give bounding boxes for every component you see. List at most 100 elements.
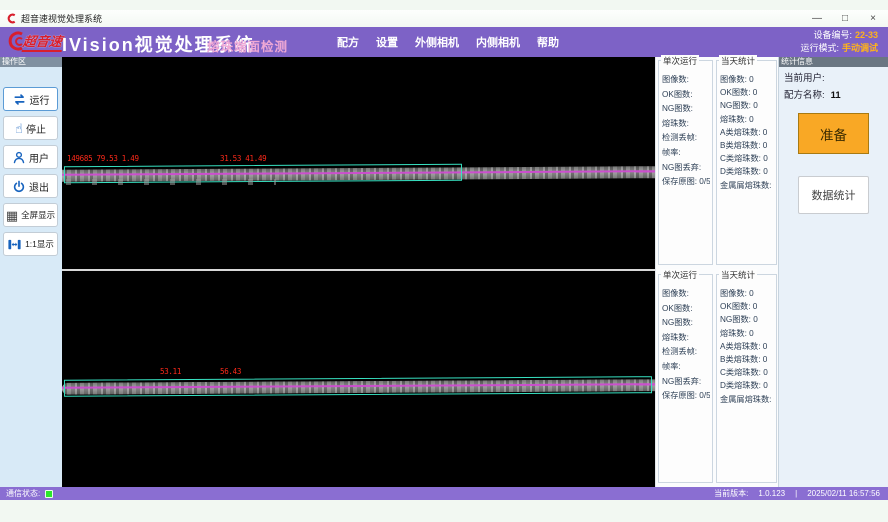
stop-button[interactable]: ☝ 停止 — [3, 116, 58, 140]
stat-row: D类熔珠数: 0 — [720, 165, 774, 178]
measurement-annotation: 149685 79.53 1.49 — [67, 154, 139, 163]
user-button-label: 用户 — [29, 150, 49, 165]
stat-row: 帧率: — [662, 146, 710, 161]
header-info: 设备编号:22-33 运行模式:手动调试 — [800, 29, 878, 55]
device-id-label: 设备编号: — [813, 30, 852, 40]
stats-section-top: 单次运行 图像数:OK图数:NG图数:熔珠数:检测丢帧:帧率:NG图丢弃:保存原… — [656, 57, 779, 269]
run-button-label: 运行 — [30, 92, 50, 107]
fullscreen-button-label: 全屏显示 — [21, 209, 55, 221]
minimize-button[interactable]: — — [810, 13, 824, 24]
hand-stop-icon: ☝ — [15, 122, 23, 135]
stat-row: C类熔珠数: 0 — [720, 152, 774, 165]
stat-row: OK图数: — [662, 88, 710, 103]
app-header: 超音速 IVision视觉处理系统 熔珠端面检测 配方 设置 外侧相机 内侧相机… — [0, 27, 888, 57]
close-button[interactable]: × — [866, 13, 880, 24]
brand-logo-text: 超音速 — [22, 31, 65, 52]
measurement-annotation: 53.11 — [160, 367, 181, 376]
app-subtitle: 熔珠端面检测 — [207, 36, 288, 55]
stat-row: NG图数: — [662, 316, 710, 331]
stat-row: OK图数: 0 — [720, 86, 774, 99]
menu-bar: 配方 设置 外侧相机 内侧相机 帮助 — [337, 27, 559, 57]
window-titlebar: 超音速视觉处理系统 — □ × — [0, 10, 888, 27]
menu-help[interactable]: 帮助 — [537, 34, 559, 50]
recipe-name-label: 配方名称: — [784, 90, 825, 101]
menu-inner-camera[interactable]: 内侧相机 — [476, 34, 520, 50]
stat-row: 熔珠数: 0 — [720, 327, 774, 340]
daily-stats-groupbox: 当天统计 图像数: 0OK图数: 0NG图数: 0熔珠数: 0A类熔珠数: 0B… — [716, 60, 777, 265]
measurement-annotation: 56.43 — [220, 367, 241, 376]
user-button[interactable]: 用户 — [3, 145, 58, 169]
stat-row: 金属屑熔珠数: 0 — [720, 393, 774, 406]
single-run-groupbox: 单次运行 图像数:OK图数:NG图数:熔珠数:检测丢帧:帧率:NG图丢弃:保存原… — [658, 274, 713, 483]
groupbox-title: 单次运行 — [661, 269, 699, 281]
menu-settings[interactable]: 设置 — [376, 34, 398, 50]
strip-perforations — [66, 179, 276, 185]
measurement-annotation: 31.53 41.49 — [220, 154, 266, 163]
viewport-column: 149685 79.53 1.49 31.53 41.49 53.11 56.4… — [62, 57, 655, 487]
user-icon — [12, 150, 26, 165]
device-id-value: 22-33 — [855, 30, 878, 40]
detection-roi-box — [64, 376, 652, 397]
stat-row: NG图数: — [662, 102, 710, 117]
status-separator: | — [795, 489, 797, 498]
groupbox-title: 单次运行 — [661, 55, 699, 67]
datetime-value: 2025/02/11 16:57:56 — [807, 489, 880, 498]
run-button[interactable]: 运行 — [3, 87, 58, 111]
info-panel-header: 统计信息 — [779, 57, 888, 67]
stat-row: 保存原图: 0/500 — [662, 389, 710, 404]
stat-row: 帧率: — [662, 360, 710, 375]
stat-row: B类熔珠数: 0 — [720, 353, 774, 366]
power-icon — [12, 179, 26, 194]
stat-row: 图像数: 0 — [720, 73, 774, 86]
stat-row: NG图数: 0 — [720, 99, 774, 112]
stat-row: B类熔珠数: 0 — [720, 139, 774, 152]
menu-outer-camera[interactable]: 外侧相机 — [415, 34, 459, 50]
stat-row: OK图数: — [662, 302, 710, 317]
stat-row: 保存原图: 0/500 — [662, 175, 710, 190]
groupbox-title: 当天统计 — [719, 269, 757, 281]
stat-row: 金属屑熔珠数: 0 — [720, 179, 774, 192]
fullscreen-button[interactable]: ▦ 全屏显示 — [3, 203, 58, 227]
stat-row: OK图数: 0 — [720, 300, 774, 313]
app-logo-icon — [6, 13, 17, 24]
maximize-button[interactable]: □ — [838, 13, 852, 24]
stop-button-label: 停止 — [26, 121, 46, 136]
window-title: 超音速视觉处理系统 — [21, 12, 102, 25]
stat-row: 熔珠数: — [662, 117, 710, 132]
statistics-column: 单次运行 图像数:OK图数:NG图数:熔珠数:检测丢帧:帧率:NG图丢弃:保存原… — [655, 57, 778, 487]
run-mode-label: 运行模式: — [800, 43, 839, 53]
prepare-button[interactable]: 准备 — [798, 113, 869, 154]
inner-camera-viewport[interactable]: 53.11 56.43 — [62, 271, 655, 487]
stat-row: 图像数: — [662, 287, 710, 302]
run-cycle-icon — [12, 92, 27, 107]
exit-button-label: 退出 — [29, 179, 49, 194]
stat-row: NG图丢弃: — [662, 375, 710, 390]
sidebar-header: 操作区 — [0, 57, 62, 67]
stat-row: D类熔珠数: 0 — [720, 379, 774, 392]
comm-status-label: 通信状态: — [6, 488, 40, 499]
single-run-groupbox: 单次运行 图像数:OK图数:NG图数:熔珠数:检测丢帧:帧率:NG图丢弃:保存原… — [658, 60, 713, 265]
stat-row: NG图丢弃: — [662, 161, 710, 176]
run-mode-value: 手动调试 — [842, 43, 878, 53]
current-user-label: 当前用户: — [784, 73, 825, 84]
menu-recipe[interactable]: 配方 — [337, 34, 359, 50]
stat-row: 图像数: 0 — [720, 287, 774, 300]
daily-stats-groupbox: 当天统计 图像数: 0OK图数: 0NG图数: 0熔珠数: 0A类熔珠数: 0B… — [716, 274, 777, 483]
stat-row: 图像数: — [662, 73, 710, 88]
brand-logo: 超音速 — [5, 29, 63, 53]
one-to-one-button[interactable]: 1:1显示 — [3, 232, 58, 256]
stat-row: 检测丢帧: — [662, 345, 710, 360]
version-value: 1.0.123 — [758, 489, 785, 498]
version-label: 当前版本: — [714, 488, 748, 499]
data-statistics-button[interactable]: 数据统计 — [798, 176, 869, 214]
status-bar: 通信状态: 当前版本: 1.0.123 | 2025/02/11 16:57:5… — [0, 487, 888, 500]
groupbox-title: 当天统计 — [719, 55, 757, 67]
exit-button[interactable]: 退出 — [3, 174, 58, 198]
outer-camera-viewport[interactable]: 149685 79.53 1.49 31.53 41.49 — [62, 57, 655, 269]
comm-status-indicator — [45, 490, 53, 498]
stat-row: A类熔珠数: 0 — [720, 126, 774, 139]
stats-section-bottom: 单次运行 图像数:OK图数:NG图数:熔珠数:检测丢帧:帧率:NG图丢弃:保存原… — [656, 271, 779, 487]
operation-sidebar: 操作区 运行 ☝ 停止 用户 退出 ▦ 全屏显示 — [0, 57, 62, 487]
stat-row: A类熔珠数: 0 — [720, 340, 774, 353]
stat-row: 熔珠数: — [662, 331, 710, 346]
